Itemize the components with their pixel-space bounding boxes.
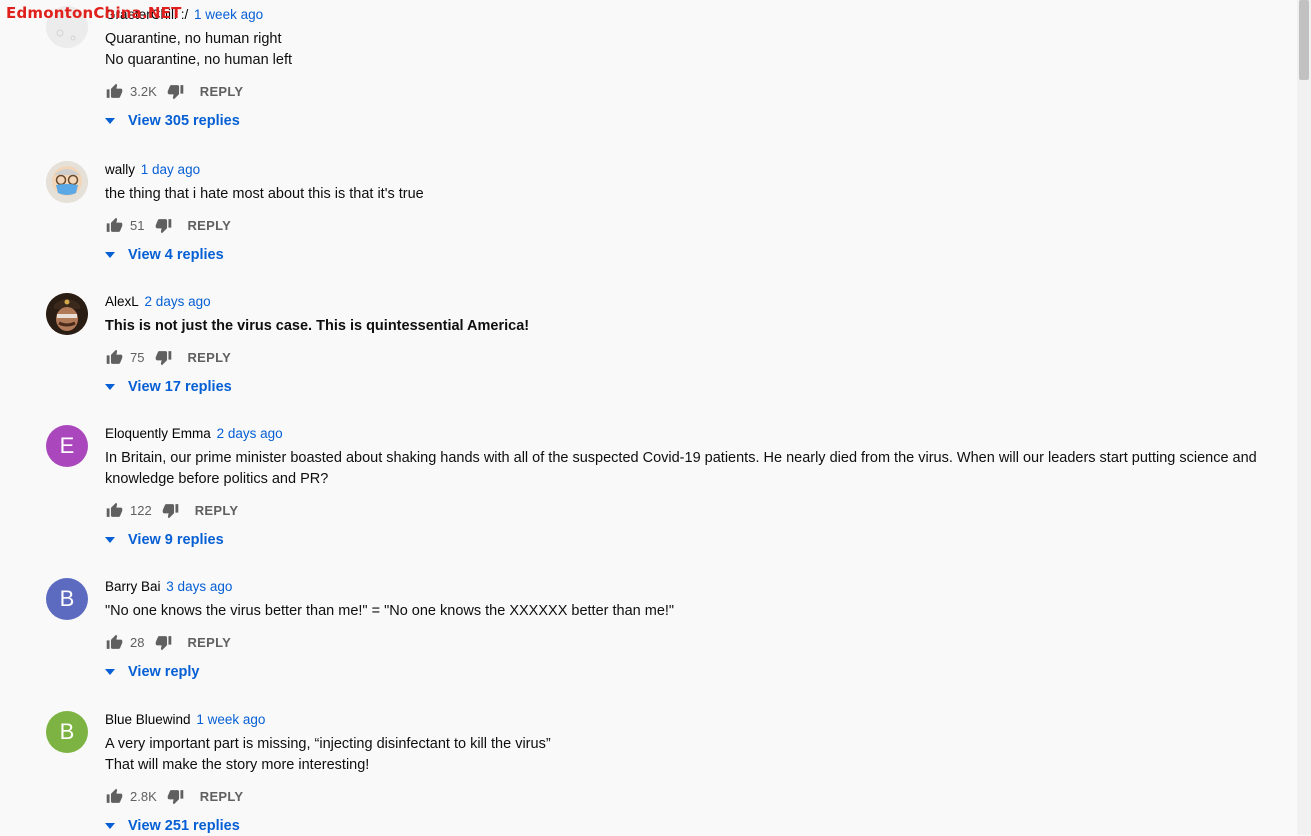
comment-line: That will make the story more interestin… bbox=[105, 757, 370, 773]
reply-button[interactable]: REPLY bbox=[187, 635, 231, 650]
view-replies-button[interactable]: View 305 replies bbox=[105, 111, 1290, 131]
like-count: 28 bbox=[130, 634, 145, 650]
caret-down-icon bbox=[105, 384, 127, 390]
caret-down-icon bbox=[105, 823, 127, 829]
avatar-letter: B bbox=[59, 719, 75, 744]
thumbs-up-icon[interactable] bbox=[105, 82, 123, 100]
thumbs-down-icon[interactable] bbox=[167, 787, 185, 805]
view-replies-label: View reply bbox=[128, 664, 200, 680]
thumbs-down-icon[interactable] bbox=[154, 348, 172, 366]
comment-timestamp[interactable]: 1 week ago bbox=[194, 7, 263, 22]
like-count: 51 bbox=[130, 217, 145, 233]
masked-face-avatar-icon bbox=[46, 161, 88, 203]
thumbs-down-icon[interactable] bbox=[167, 82, 185, 100]
comment-text: Quarantine, no human right No quarantine… bbox=[105, 29, 1285, 71]
reply-button[interactable]: REPLY bbox=[187, 218, 231, 233]
thumbs-up-icon[interactable] bbox=[105, 501, 123, 519]
avatar[interactable]: E bbox=[46, 425, 88, 467]
thumbs-down-icon[interactable] bbox=[154, 216, 172, 234]
view-replies-button[interactable]: View 251 replies bbox=[105, 816, 1290, 836]
like-count: 2.8K bbox=[130, 788, 157, 804]
caret-down-icon bbox=[105, 118, 127, 124]
thumbs-down-icon[interactable] bbox=[162, 501, 180, 519]
reply-button[interactable]: REPLY bbox=[200, 789, 244, 804]
comment-text: A very important part is missing, “injec… bbox=[105, 734, 1285, 776]
comment-text: "No one knows the virus better than me!"… bbox=[105, 601, 1285, 622]
comment-timestamp[interactable]: 2 days ago bbox=[145, 294, 211, 309]
avatar[interactable]: B bbox=[46, 711, 88, 753]
comment-author[interactable]: Eloquently Emma bbox=[105, 426, 211, 441]
view-replies-label: View 305 replies bbox=[128, 113, 240, 129]
comment-line: the thing that i hate most about this is… bbox=[105, 186, 424, 202]
thumbs-up-icon[interactable] bbox=[105, 216, 123, 234]
comment-author[interactable]: wally bbox=[105, 162, 135, 177]
avatar[interactable] bbox=[46, 293, 88, 335]
comment-timestamp[interactable]: 2 days ago bbox=[217, 426, 283, 441]
view-replies-label: View 9 replies bbox=[128, 532, 224, 548]
like-count: 122 bbox=[130, 502, 152, 518]
comment-line: No quarantine, no human left bbox=[105, 52, 293, 68]
reply-button[interactable]: REPLY bbox=[195, 503, 239, 518]
view-replies-label: View 4 replies bbox=[128, 247, 224, 263]
view-replies-label: View 251 replies bbox=[128, 818, 240, 834]
comment-timestamp[interactable]: 1 week ago bbox=[196, 712, 265, 727]
reply-button[interactable]: REPLY bbox=[187, 350, 231, 365]
view-replies-button[interactable]: View reply bbox=[105, 662, 1290, 682]
comment-author[interactable]: Barry Bai bbox=[105, 579, 161, 594]
comment-line: In Britain, our prime minister boasted a… bbox=[105, 450, 1257, 487]
comment-author[interactable]: AlexL bbox=[105, 294, 139, 309]
avatar-letter: E bbox=[59, 433, 75, 458]
thumbs-down-icon[interactable] bbox=[154, 633, 172, 651]
view-replies-button[interactable]: View 9 replies bbox=[105, 530, 1290, 550]
thumbs-up-icon[interactable] bbox=[105, 633, 123, 651]
view-replies-label: View 17 replies bbox=[128, 379, 232, 395]
scrollbar[interactable] bbox=[1297, 0, 1311, 835]
comment-text: the thing that i hate most about this is… bbox=[105, 184, 1285, 205]
comment-line: A very important part is missing, “injec… bbox=[105, 736, 551, 752]
caret-down-icon bbox=[105, 669, 127, 675]
caret-down-icon bbox=[105, 252, 127, 258]
scrollbar-thumb[interactable] bbox=[1299, 0, 1309, 80]
avatar-letter: B bbox=[59, 586, 75, 611]
reply-button[interactable]: REPLY bbox=[200, 84, 244, 99]
like-count: 75 bbox=[130, 349, 145, 365]
comment-timestamp[interactable]: 1 day ago bbox=[141, 162, 200, 177]
thumbs-up-icon[interactable] bbox=[105, 348, 123, 366]
comment-line: Quarantine, no human right bbox=[105, 31, 282, 47]
comment-timestamp[interactable]: 3 days ago bbox=[166, 579, 232, 594]
officer-avatar-icon bbox=[46, 293, 88, 335]
comment-text: In Britain, our prime minister boasted a… bbox=[105, 448, 1285, 490]
comment-line: This is not just the virus case. This is… bbox=[105, 318, 530, 334]
avatar[interactable]: B bbox=[46, 578, 88, 620]
comment-line: "No one knows the virus better than me!"… bbox=[105, 603, 675, 619]
comment-author[interactable]: Blue Bluewind bbox=[105, 712, 191, 727]
comment-text: This is not just the virus case. This is… bbox=[105, 316, 1285, 337]
caret-down-icon bbox=[105, 537, 127, 543]
view-replies-button[interactable]: View 4 replies bbox=[105, 245, 1290, 265]
view-replies-button[interactable]: View 17 replies bbox=[105, 377, 1290, 397]
thumbs-up-icon[interactable] bbox=[105, 787, 123, 805]
like-count: 3.2K bbox=[130, 83, 157, 99]
watermark-logo: EdmontonChina.NET bbox=[6, 4, 182, 22]
avatar[interactable] bbox=[46, 161, 88, 203]
